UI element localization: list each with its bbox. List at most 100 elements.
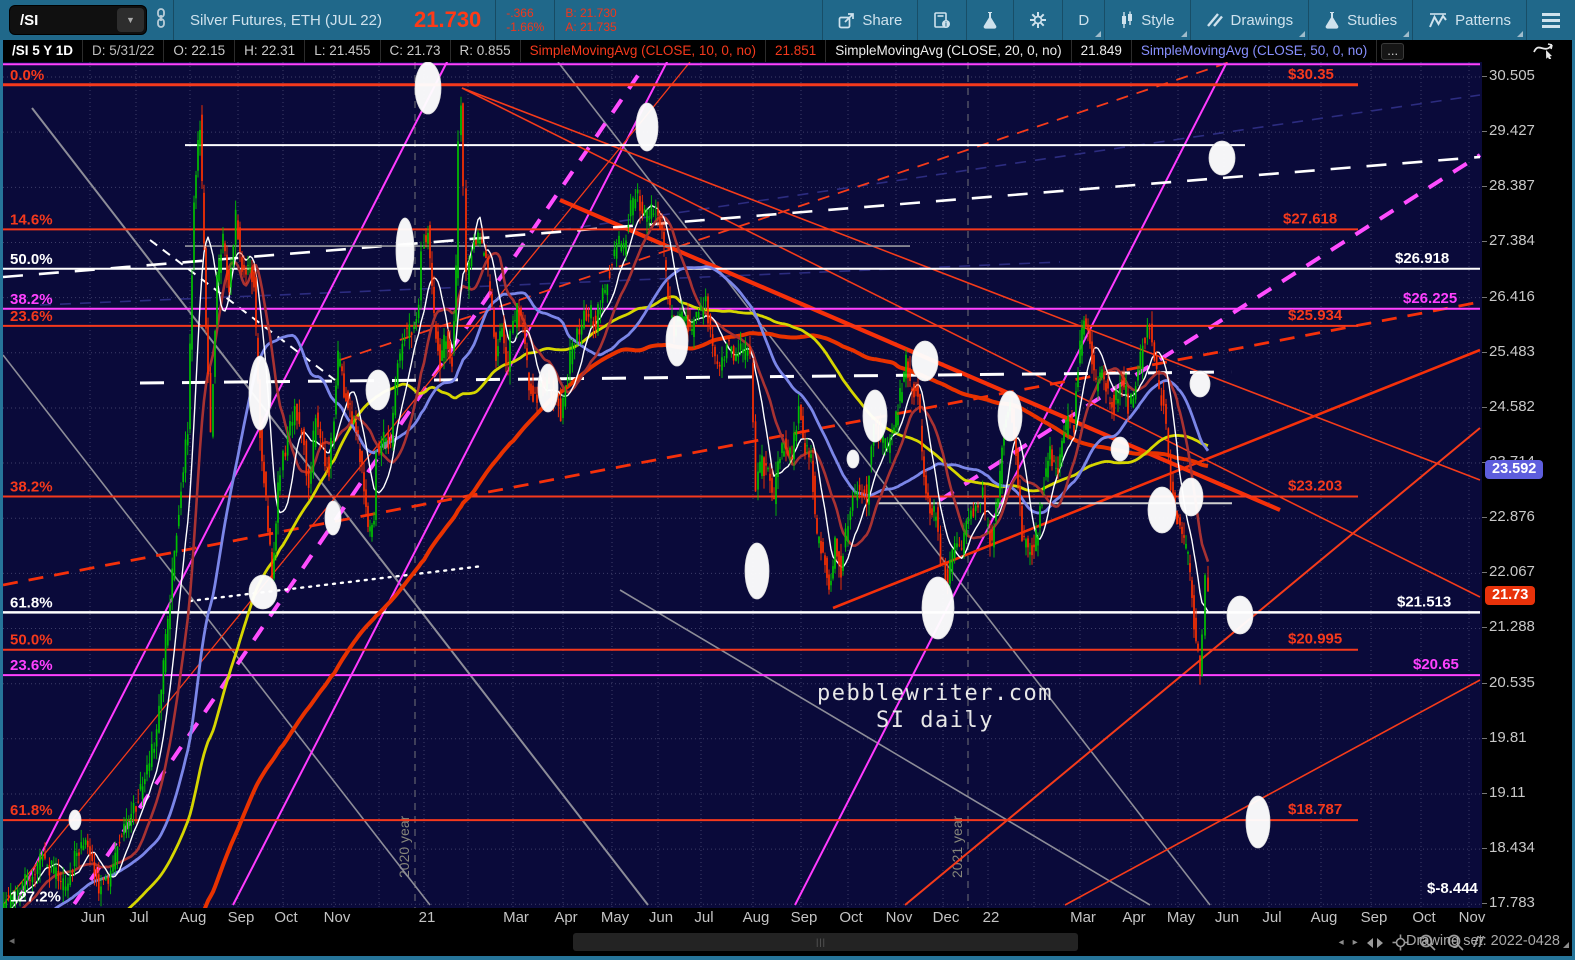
candle-style-icon [1120, 11, 1134, 29]
legend-item-5: C: 21.73 [381, 40, 451, 62]
collapse-left-icon[interactable]: ◂ [9, 934, 15, 947]
svg-text:$-8.444: $-8.444 [1427, 880, 1479, 897]
price-tick: 25.483 [1482, 342, 1535, 360]
time-tick: 21 [418, 909, 436, 926]
share-icon [838, 12, 855, 29]
time-tick: Mar [503, 909, 529, 926]
last-price: 21.730 [414, 7, 482, 32]
price-tick: 19.81 [1482, 728, 1527, 746]
time-tick: Sep [790, 909, 818, 926]
more-studies-button[interactable]: ... [1381, 42, 1405, 60]
time-tick: Jul [129, 909, 149, 926]
sma-200-line [202, 331, 1209, 908]
style-button[interactable]: Style [1104, 0, 1189, 40]
price-tick: 24.582 [1482, 397, 1535, 415]
svg-text:127.2%: 127.2% [10, 889, 61, 906]
svg-text:2020 year: 2020 year [396, 815, 412, 878]
drawing-set-label[interactable]: Drawing set: 2022-0428 [1406, 933, 1569, 949]
svg-text:2021 year: 2021 year [949, 815, 965, 878]
legend-item-3: H: 22.31 [235, 40, 306, 62]
time-tick: Sep [1360, 909, 1388, 926]
legend-item-9[interactable]: SimpleMovingAvg (CLOSE, 20, 0, no) [826, 40, 1072, 62]
year-separators: 2020 year 2021 year [396, 62, 969, 908]
legend-item-4: L: 21.455 [305, 40, 381, 62]
chevron-down-icon: ▼ [126, 15, 135, 25]
symbol-input[interactable]: /SI [10, 12, 117, 29]
time-scrollbar[interactable]: ||| [573, 933, 1078, 951]
gear-icon [1029, 11, 1047, 29]
link-icon[interactable] [155, 7, 167, 34]
time-tick: Aug [1310, 909, 1338, 926]
edit-studies-icon[interactable] [1532, 39, 1558, 64]
svg-text:$23.203: $23.203 [1288, 477, 1342, 494]
price-badge: 21.73 [1485, 585, 1536, 605]
svg-text:0.0%: 0.0% [10, 67, 44, 84]
price-tick: 27.384 [1482, 232, 1535, 250]
analyze-flask-button[interactable] [966, 0, 1013, 40]
svg-text:$27.618: $27.618 [1283, 210, 1337, 227]
time-tick: May [600, 909, 630, 926]
scroll-left-button[interactable]: ◂ [1339, 937, 1344, 948]
svg-text:$25.934: $25.934 [1288, 307, 1343, 324]
time-tick: Apr [554, 909, 578, 926]
svg-text:$20.65: $20.65 [1413, 656, 1459, 673]
chart-canvas[interactable]: 2020 year 2021 year 0.0% $30.35 14.6% $27.618… [3, 62, 1482, 908]
timeframe-button[interactable]: D [1062, 0, 1104, 40]
sma-50-line [53, 265, 1210, 908]
price-tick: 22.876 [1482, 508, 1535, 526]
time-axis[interactable]: Jun Jul Aug Sep Oct Nov 21 Mar Apr May Jun Jul Aug Se… [3, 908, 1572, 929]
legend-item-0: /SI 5 Y 1D [3, 40, 84, 62]
patterns-button[interactable]: Patterns [1412, 0, 1526, 40]
time-tick: Jul [694, 909, 714, 926]
fit-width-icon[interactable] [1366, 937, 1383, 949]
studies-button[interactable]: Studies [1308, 0, 1412, 40]
legend-item-2: O: 22.15 [164, 40, 236, 62]
svg-text:50.0%: 50.0% [10, 251, 53, 268]
time-tick: Jun [648, 909, 674, 926]
svg-text:23.6%: 23.6% [10, 308, 53, 325]
price-tick: 29.427 [1482, 122, 1535, 140]
maximize-menu-button[interactable] [1526, 0, 1575, 40]
legend-item-8: 21.851 [766, 40, 827, 62]
grid-lines [3, 62, 1482, 908]
svg-text:38.2%: 38.2% [10, 291, 53, 308]
fib-lines [3, 63, 1480, 822]
svg-text:$21.513: $21.513 [1397, 593, 1451, 610]
svg-text:$30.35: $30.35 [1288, 66, 1334, 83]
svg-text:38.2%: 38.2% [10, 478, 53, 495]
time-tick: Oct [274, 909, 298, 926]
legend-item-7[interactable]: SimpleMovingAvg (CLOSE, 10, 0, no) [521, 40, 766, 62]
chart-legend-row: /SI 5 Y 1D D: 5/31/22 O: 22.15 H: 22.31 L: 2… [3, 40, 1572, 62]
price-tick: 21.288 [1482, 618, 1535, 636]
time-tick: Apr [1122, 909, 1146, 926]
svg-text:23.6%: 23.6% [10, 657, 53, 674]
watermark: pebblewriter.comSI daily [817, 681, 1051, 733]
symbol-dropdown-button[interactable]: ▼ [117, 8, 144, 32]
price-badge: 23.592 [1485, 459, 1544, 479]
price-axis[interactable]: 30.505 29.427 28.387 27.384 26.416 25.483 24.5… [1481, 62, 1572, 911]
chart-header: /SI ▼ Silver Futures, ETH (JUL 22) 21.73… [0, 0, 1575, 40]
scrollbar-grip[interactable]: ||| [816, 937, 826, 947]
price-tick: 30.505 [1482, 67, 1535, 84]
price-chart[interactable]: 2020 year 2021 year 0.0% $30.35 14.6% $27.618… [3, 62, 1482, 908]
symbol-selector[interactable]: /SI ▼ [0, 5, 173, 35]
scroll-right-button[interactable]: ▸ [1353, 937, 1358, 948]
time-tick: Jul [1262, 909, 1282, 926]
share-button[interactable]: Share [822, 0, 917, 40]
time-tick: Jun [1214, 909, 1240, 926]
price-tick: 19.11 [1481, 783, 1526, 801]
time-tick: Nov [1458, 909, 1486, 926]
svg-text:61.8%: 61.8% [10, 802, 53, 819]
bottom-toolbar: ◂ ||| ◂ ▸ // Drawing set: 2022-0428 [3, 929, 1572, 956]
drawings-button[interactable]: Drawings [1189, 0, 1309, 40]
legend-item-1: D: 5/31/22 [83, 40, 165, 62]
patterns-icon [1428, 12, 1448, 29]
bid-ask-block: B: 21.730 A: 21.735 [554, 0, 626, 40]
svg-text:14.6%: 14.6% [10, 211, 53, 228]
legend-item-6: R: 0.855 [451, 40, 521, 62]
onenote-button[interactable]: i [917, 0, 966, 40]
svg-text:i: i [945, 21, 947, 28]
svg-text:61.8%: 61.8% [10, 594, 53, 611]
settings-button[interactable] [1013, 0, 1062, 40]
legend-item-11[interactable]: SimpleMovingAvg (CLOSE, 50, 0, no) [1132, 40, 1378, 62]
